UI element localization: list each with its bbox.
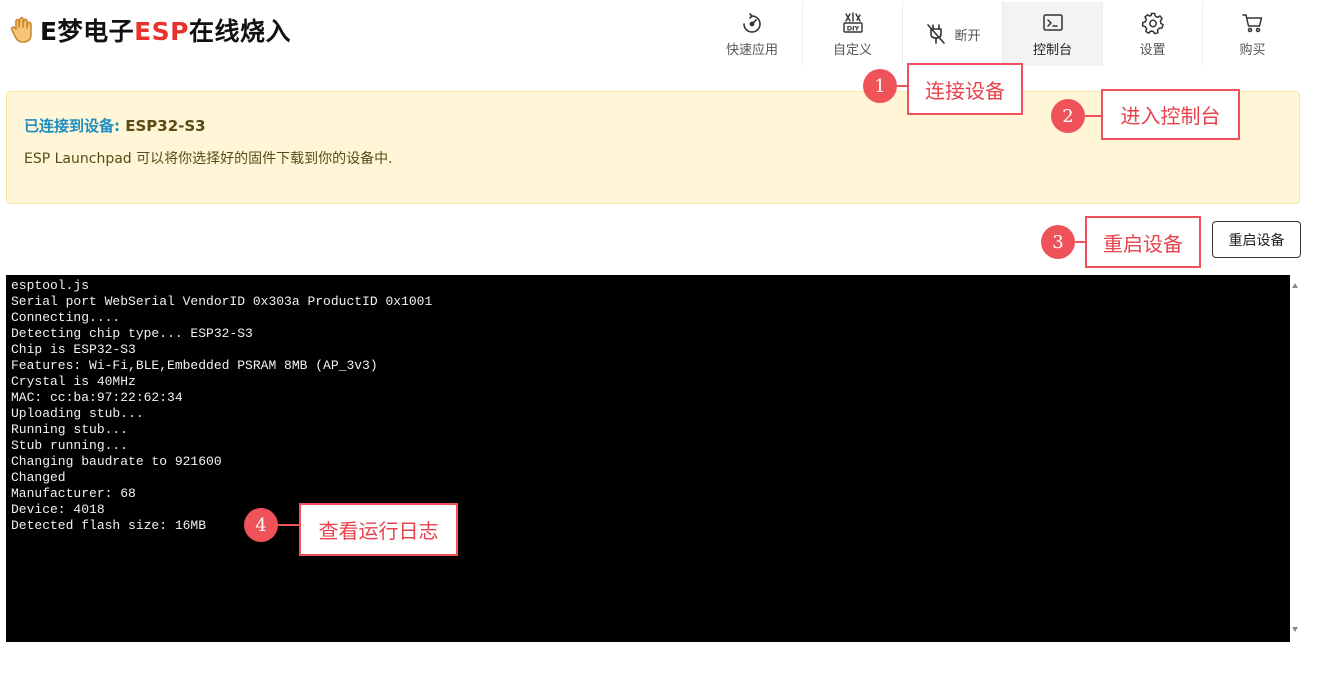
connected-device-name: ESP32-S3 — [125, 117, 206, 135]
nav-buy[interactable]: 购买 — [1202, 2, 1302, 66]
annotation-connector-2 — [1085, 115, 1102, 117]
console-output[interactable]: esptool.js Serial port WebSerial VendorID… — [6, 275, 1290, 642]
annotation-label-connect: 连接设备 — [907, 63, 1023, 115]
nav-quick-apps-label: 快速应用 — [725, 42, 778, 58]
console-line: Changing baudrate to 921600 — [11, 454, 222, 469]
annotation-badge-1: 1 — [863, 69, 897, 103]
terminal-icon — [1042, 13, 1063, 31]
console-line: Features: Wi-Fi,BLE,Embedded PSRAM 8MB (… — [11, 358, 378, 373]
nav-console-label: 控制台 — [1032, 42, 1072, 58]
alert-title: 已连接到设备: ESP32-S3 — [24, 117, 206, 135]
annotation-label-logs: 查看运行日志 — [299, 503, 458, 556]
console-line: Chip is ESP32-S3 — [11, 342, 136, 357]
nav-quick-apps[interactable]: 快速应用 — [702, 2, 802, 66]
console-line: Changed — [11, 470, 66, 485]
console-line: Detected flash size: 16MB — [11, 518, 207, 533]
nav-settings-label: 设置 — [1139, 42, 1166, 58]
site-logo[interactable]: E梦电子ESP在线烧入 — [8, 10, 291, 50]
console-line: Stub running... — [11, 438, 129, 453]
console-line: Crystal is 40MHz — [11, 374, 136, 389]
annotation-badge-3: 3 — [1041, 225, 1075, 259]
dice-icon — [743, 12, 761, 33]
console-line: Running stub... — [11, 422, 129, 437]
scroll-up-arrow-icon[interactable] — [1292, 283, 1298, 288]
reboot-device-button[interactable]: 重启设备 — [1212, 221, 1301, 258]
console-line: Serial port WebSerial VendorID 0x303a Pr… — [11, 294, 433, 309]
gear-icon — [1141, 12, 1164, 34]
annotation-connector-4 — [278, 524, 300, 526]
cart-icon — [1241, 13, 1262, 32]
console-line: Detecting chip type... ESP32-S3 — [11, 326, 253, 341]
nav-diy[interactable]: DIY 自定义 — [802, 2, 902, 66]
nav-console[interactable]: 控制台 — [1002, 2, 1102, 66]
logo-hand-icon — [10, 16, 32, 43]
console-line: Manufacturer: 68 — [11, 486, 136, 501]
nav-diy-label: 自定义 — [832, 42, 872, 58]
annotation-badge-2: 2 — [1051, 99, 1085, 133]
console-line: MAC: cc:ba:97:22:62:34 — [11, 390, 183, 405]
annotation-label-reboot: 重启设备 — [1085, 216, 1201, 268]
alert-body: ESP Launchpad 可以将你选择好的固件下载到你的设备中. — [24, 151, 393, 167]
annotation-label-console: 进入控制台 — [1101, 89, 1240, 140]
nav-settings[interactable]: 设置 — [1102, 2, 1202, 66]
diy-icon-text: DIY — [846, 24, 859, 32]
console-line: esptool.js — [11, 278, 90, 293]
diy-tools-icon: DIY — [842, 11, 863, 33]
nav-disconnect-label: 断开 — [954, 28, 981, 44]
top-nav: 快速应用 DIY 自定义 断开 控制台 设置 购买 — [702, 2, 1302, 66]
console-line: Connecting.... — [11, 310, 121, 325]
nav-disconnect[interactable]: 断开 — [902, 2, 1002, 66]
nav-buy-label: 购买 — [1239, 42, 1266, 58]
console-scrollbar[interactable] — [1290, 275, 1300, 642]
logo-text: E梦电子ESP在线烧入 — [40, 17, 291, 46]
scroll-down-arrow-icon[interactable] — [1292, 627, 1298, 632]
console-line: Device: 4018 — [11, 502, 105, 517]
unplug-icon — [927, 24, 946, 44]
annotation-badge-4: 4 — [244, 508, 278, 542]
console-line: Uploading stub... — [11, 406, 144, 421]
